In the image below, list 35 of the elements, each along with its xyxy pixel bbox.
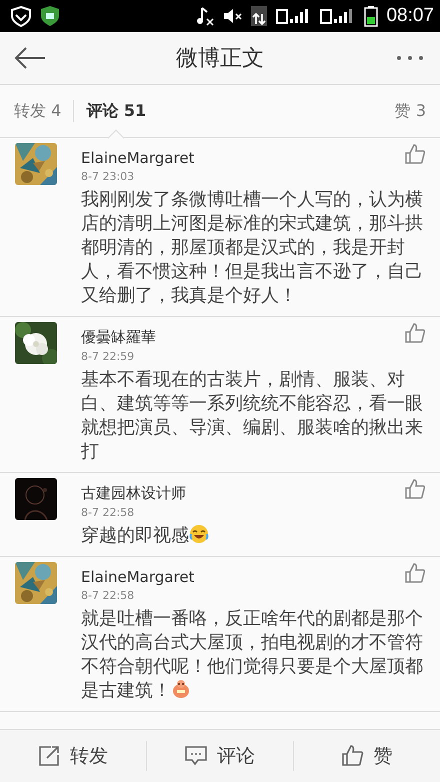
comment-time: 8-7 22:59	[81, 350, 136, 363]
comment-text: 穿越的即视感	[81, 524, 426, 548]
comment-time: 8-7 23:03	[81, 170, 136, 183]
pig-emoji-icon	[171, 679, 191, 699]
thumbs-up-icon[interactable]	[404, 322, 426, 344]
data-transfer-icon	[250, 5, 268, 27]
user-name[interactable]: 古建园林设计师	[81, 484, 404, 503]
user-name[interactable]: 優曇缽羅華	[81, 328, 404, 347]
back-icon[interactable]	[14, 47, 46, 69]
music-muted-icon	[196, 5, 214, 27]
clock: 08:07	[386, 5, 434, 27]
comment-text: 基本不看现在的古装片，剧情、服装、对白、建筑等等一系列统统不能容忍，看一眼就想把演员、导演、编剧、服装啥的揪出来打	[81, 368, 424, 464]
thumbs-up-icon[interactable]	[404, 478, 426, 500]
action-button[interactable]: 赞	[294, 730, 440, 782]
comment-text: 就是吐槽一番咯，反正啥年代的剧都是那个汉代的高台式大屋顶，拍电视剧的才不管符不符合朝代呢！他们觉得只要是个大屋顶都是古建筑！	[81, 607, 424, 703]
thumbs-up-icon	[342, 745, 364, 767]
thumbs-up-icon[interactable]	[404, 143, 426, 165]
thumbs-up-icon[interactable]	[404, 562, 426, 584]
tab[interactable]: 赞 3	[394, 85, 426, 137]
comment-time: 8-7 22:58	[81, 589, 136, 602]
laughing-emoji-icon	[189, 524, 209, 544]
action-button[interactable]: 评论	[147, 730, 293, 782]
comment-time: 8-7 22:58	[81, 506, 136, 519]
comment-icon	[185, 745, 207, 767]
app-shield-icon	[40, 5, 60, 27]
tab[interactable]: 转发 4	[14, 85, 62, 137]
shield-icon	[10, 5, 32, 27]
user-name[interactable]: ElaineMargaret	[81, 149, 404, 167]
page-title: 微博正文	[175, 45, 265, 73]
user-name[interactable]: ElaineMargaret	[81, 568, 404, 586]
share-icon	[38, 745, 60, 767]
tab[interactable]: 评论 51	[86, 85, 146, 137]
action-button[interactable]: 转发	[0, 730, 146, 782]
comment-text: 我刚刚发了条微博吐槽一个人写的，认为横店的清明上河图是标准的宋式建筑，那斗拱都明清的，那屋顶都是汉式的，我是开封人，看不惯这种！但是我出言不逊了，自己又给删了，我真是个好人！	[81, 188, 424, 308]
battery-icon	[364, 5, 378, 27]
